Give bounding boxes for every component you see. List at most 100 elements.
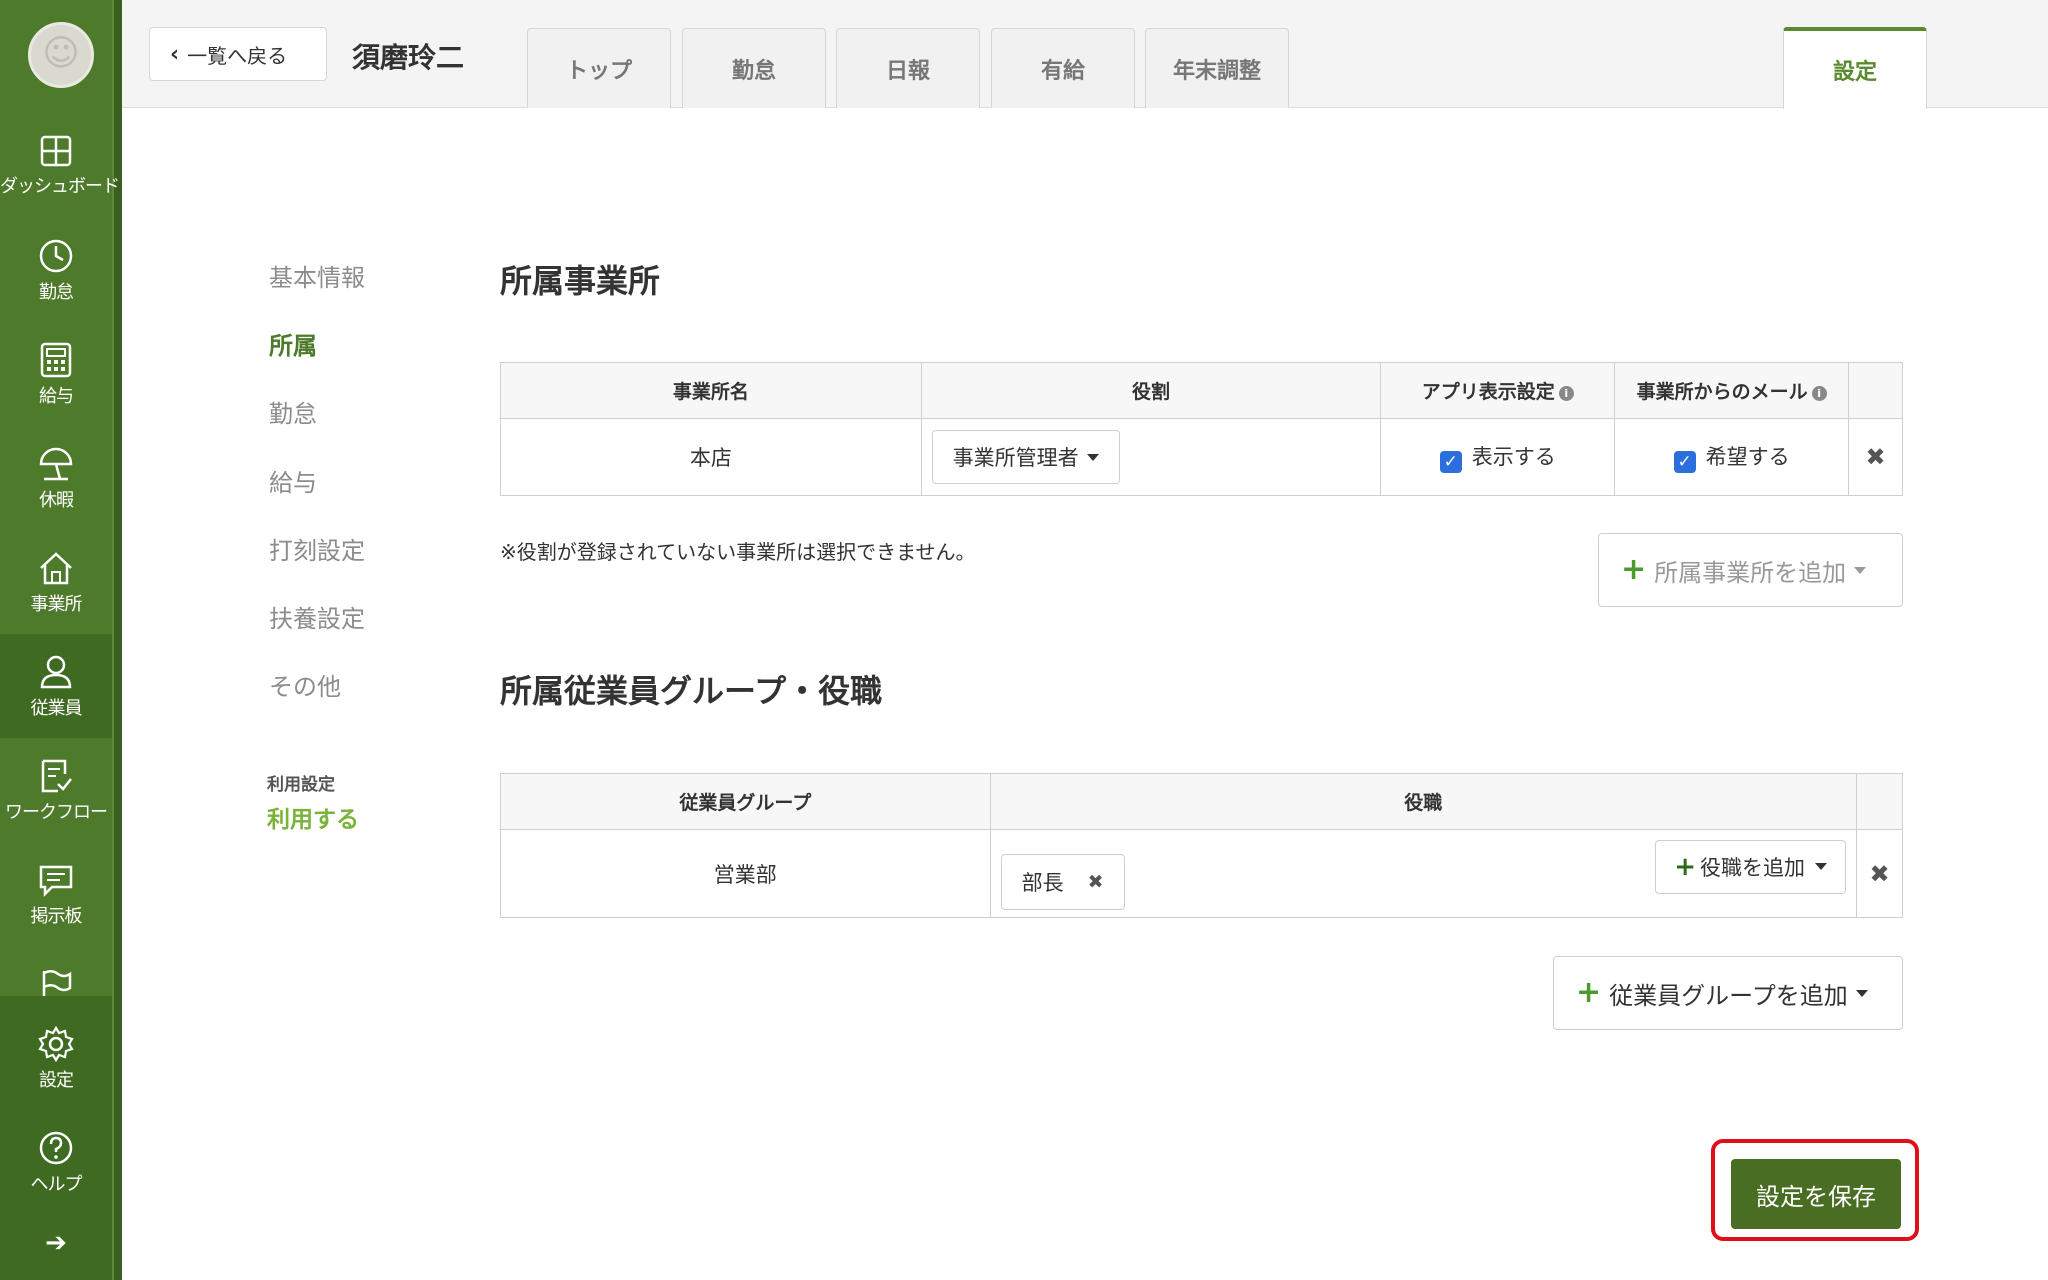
caret-down-icon bbox=[1815, 863, 1827, 870]
header: ‹ 一覧へ戻る 須磨玲二 トップ 勤怠 日報 有給 年末調整 設定 bbox=[122, 0, 2048, 109]
sidebar-item-flag[interactable] bbox=[0, 946, 112, 996]
calculator-icon bbox=[40, 342, 72, 378]
sidebar-item-attendance[interactable]: 勤怠 bbox=[0, 218, 112, 322]
sidebar-item-help[interactable]: ヘルプ bbox=[0, 1114, 112, 1218]
sidebar-item-label: 勤怠 bbox=[39, 282, 74, 303]
sidebar-item-board[interactable]: 掲示板 bbox=[0, 842, 112, 946]
caret-down-icon bbox=[1855, 989, 1868, 997]
email-checkbox[interactable]: ✓ bbox=[1673, 451, 1696, 473]
sidebar-item-label: 事業所 bbox=[30, 594, 83, 615]
chevron-left-icon: ‹ bbox=[170, 41, 180, 67]
subnav-affiliation[interactable]: 所属 bbox=[269, 326, 317, 361]
subnav-attendance[interactable]: 勤怠 bbox=[269, 394, 317, 429]
remove-cell: ✖ bbox=[1856, 829, 1903, 918]
info-icon[interactable]: i bbox=[1811, 386, 1827, 401]
sidebar-item-label: 給与 bbox=[39, 386, 74, 407]
tab-year-end[interactable]: 年末調整 bbox=[1145, 28, 1289, 108]
add-office-button[interactable]: + 所属事業所を追加 bbox=[1598, 533, 1903, 607]
add-position-label: 役職を追加 bbox=[1700, 855, 1805, 880]
office-table: 事業所名 役割 アプリ表示設定 i 事業所からのメール i 本店 事業所管理者 ✓ 表… bbox=[500, 362, 1903, 496]
caret-down-icon bbox=[1086, 453, 1099, 461]
gear-icon bbox=[38, 1026, 74, 1062]
back-to-list-button[interactable]: ‹ 一覧へ戻る bbox=[149, 27, 327, 81]
column-header-email: 事業所からのメール i bbox=[1614, 362, 1849, 419]
sidebar-item-label: ヘルプ bbox=[30, 1174, 83, 1195]
plus-icon: + bbox=[1576, 975, 1602, 1010]
sidebar: ダッシュボード 勤怠 給与 休暇 事業所 従業員 ワークフロー 掲示板 設定 ヘ… bbox=[0, 0, 122, 1280]
sidebar-item-label: 従業員 bbox=[30, 698, 83, 719]
sidebar-item-label: 掲示板 bbox=[30, 906, 83, 927]
group-name-cell: 営業部 bbox=[500, 829, 991, 918]
sidebar-item-payroll[interactable]: 給与 bbox=[0, 322, 112, 426]
sidebar-item-employees[interactable]: 従業員 bbox=[0, 634, 112, 738]
tab-attendance[interactable]: 勤怠 bbox=[682, 28, 826, 108]
remove-office-icon[interactable]: ✖ bbox=[1865, 443, 1885, 471]
subnav-dependent-settings[interactable]: 扶養設定 bbox=[269, 599, 365, 634]
usage-setting-label: 利用設定 bbox=[267, 775, 335, 795]
column-header-role: 役割 bbox=[920, 362, 1382, 419]
sidebar-item-label: ダッシュボード bbox=[0, 176, 120, 197]
home-icon bbox=[40, 552, 72, 585]
sidebar-item-leave[interactable]: 休暇 bbox=[0, 426, 112, 530]
sidebar-item-settings[interactable]: 設定 bbox=[0, 1010, 112, 1114]
remove-group-icon[interactable]: ✖ bbox=[1869, 860, 1889, 888]
sidebar-item-label: 休暇 bbox=[39, 490, 74, 511]
group-table: 従業員グループ 役職 営業部 部長 ✖ + 役職を追加 ✖ bbox=[500, 773, 1903, 918]
role-dropdown-value: 事業所管理者 bbox=[952, 446, 1079, 470]
column-header-app-display: アプリ表示設定 i bbox=[1380, 362, 1616, 419]
caret-down-icon bbox=[1854, 566, 1867, 574]
plus-icon: + bbox=[1621, 552, 1647, 587]
app-display-label: 表示する bbox=[1471, 445, 1556, 469]
person-icon bbox=[40, 655, 72, 689]
usage-setting-value[interactable]: 利用する bbox=[267, 800, 359, 834]
table-row: 営業部 部長 ✖ + 役職を追加 ✖ bbox=[500, 829, 1903, 918]
sidebar-item-dashboard[interactable]: ダッシュボード bbox=[0, 114, 120, 218]
column-header-position: 役職 bbox=[989, 773, 1858, 830]
tab-daily-report[interactable]: 日報 bbox=[836, 28, 980, 108]
add-position-button[interactable]: + 役職を追加 bbox=[1655, 839, 1846, 894]
table-row: 本店 事業所管理者 ✓ 表示する ✓ 希望する ✖ bbox=[500, 418, 1903, 496]
add-group-label: 従業員グループを追加 bbox=[1609, 981, 1848, 1010]
email-label: 希望する bbox=[1705, 445, 1790, 469]
column-header-office-name: 事業所名 bbox=[500, 362, 922, 419]
avatar[interactable] bbox=[28, 22, 94, 88]
office-note: ※役割が登録されていない事業所は選択できません。 bbox=[500, 540, 976, 564]
help-icon bbox=[39, 1131, 73, 1165]
office-name-cell: 本店 bbox=[500, 418, 922, 496]
save-button-highlight: 設定を保存 bbox=[1711, 1139, 1919, 1241]
back-button-label: 一覧へ戻る bbox=[187, 43, 288, 68]
column-header-actions bbox=[1856, 773, 1903, 830]
subnav-payroll[interactable]: 給与 bbox=[269, 463, 317, 498]
flag-icon bbox=[42, 970, 72, 996]
column-header-label: 事業所からのメール bbox=[1636, 381, 1808, 403]
app-display-checkbox[interactable]: ✓ bbox=[1439, 451, 1462, 473]
plus-icon: + bbox=[1674, 851, 1696, 882]
position-tag-label: 部長 bbox=[1021, 870, 1064, 895]
role-dropdown[interactable]: 事業所管理者 bbox=[931, 430, 1120, 484]
sidebar-item-label: 設定 bbox=[39, 1070, 74, 1091]
tab-top[interactable]: トップ bbox=[527, 28, 671, 108]
info-icon[interactable]: i bbox=[1558, 386, 1574, 401]
sidebar-item-office[interactable]: 事業所 bbox=[0, 530, 112, 634]
sidebar-item-workflow[interactable]: ワークフロー bbox=[0, 738, 112, 842]
remove-cell: ✖ bbox=[1848, 418, 1903, 496]
add-group-button[interactable]: + 従業員グループを追加 bbox=[1553, 956, 1903, 1030]
subnav-basic-info[interactable]: 基本情報 bbox=[269, 258, 365, 293]
arrow-right-icon[interactable]: ➔ bbox=[0, 1228, 112, 1258]
tab-paid-leave[interactable]: 有給 bbox=[991, 28, 1135, 108]
checklist-icon bbox=[41, 759, 72, 793]
subnav-clock-settings[interactable]: 打刻設定 bbox=[269, 531, 365, 566]
save-settings-button[interactable]: 設定を保存 bbox=[1731, 1159, 1901, 1229]
office-section-title: 所属事業所 bbox=[500, 262, 661, 300]
group-section-title: 所属従業員グループ・役職 bbox=[500, 672, 883, 710]
subnav-other[interactable]: その他 bbox=[269, 667, 341, 702]
app-display-cell: ✓ 表示する bbox=[1380, 418, 1616, 496]
position-cell: 部長 ✖ + 役職を追加 bbox=[989, 829, 1858, 918]
message-icon bbox=[39, 865, 73, 898]
column-header-label: アプリ表示設定 bbox=[1421, 381, 1555, 403]
remove-position-icon[interactable]: ✖ bbox=[1088, 871, 1104, 893]
clock-icon bbox=[39, 239, 73, 273]
email-cell: ✓ 希望する bbox=[1614, 418, 1849, 496]
column-header-group: 従業員グループ bbox=[500, 773, 991, 830]
tab-settings[interactable]: 設定 bbox=[1783, 27, 1927, 109]
